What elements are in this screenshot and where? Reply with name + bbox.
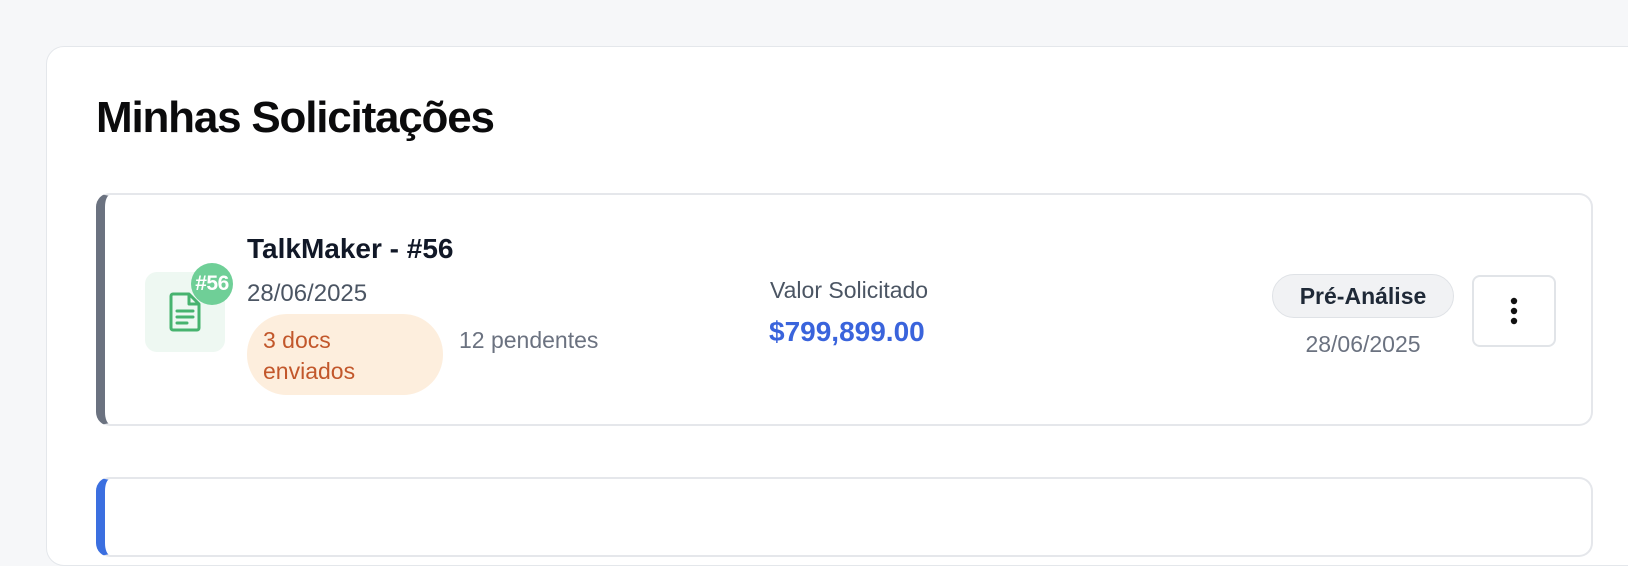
- top-bar: [0, 0, 1628, 4]
- request-card[interactable]: #56 TalkMaker - #56 28/06/2025 3 docs en…: [96, 193, 1593, 426]
- docs-sent-badge: 3 docs enviados: [247, 314, 443, 395]
- more-options-button[interactable]: [1472, 275, 1556, 347]
- request-card[interactable]: [96, 477, 1593, 557]
- more-vertical-icon: [1510, 297, 1518, 325]
- request-title[interactable]: TalkMaker - #56: [247, 232, 454, 266]
- requested-amount-label: Valor Solicitado: [770, 277, 929, 303]
- status-badge: Pré-Análise: [1272, 274, 1454, 318]
- request-number-badge: #56: [191, 263, 233, 305]
- requested-amount-value: $799,899.00: [769, 316, 925, 347]
- status-date: 28/06/2025: [1305, 331, 1421, 357]
- page-title: Minhas Solicitações: [96, 93, 495, 142]
- pending-docs-count: 12 pendentes: [459, 327, 599, 353]
- request-date: 28/06/2025: [247, 280, 368, 307]
